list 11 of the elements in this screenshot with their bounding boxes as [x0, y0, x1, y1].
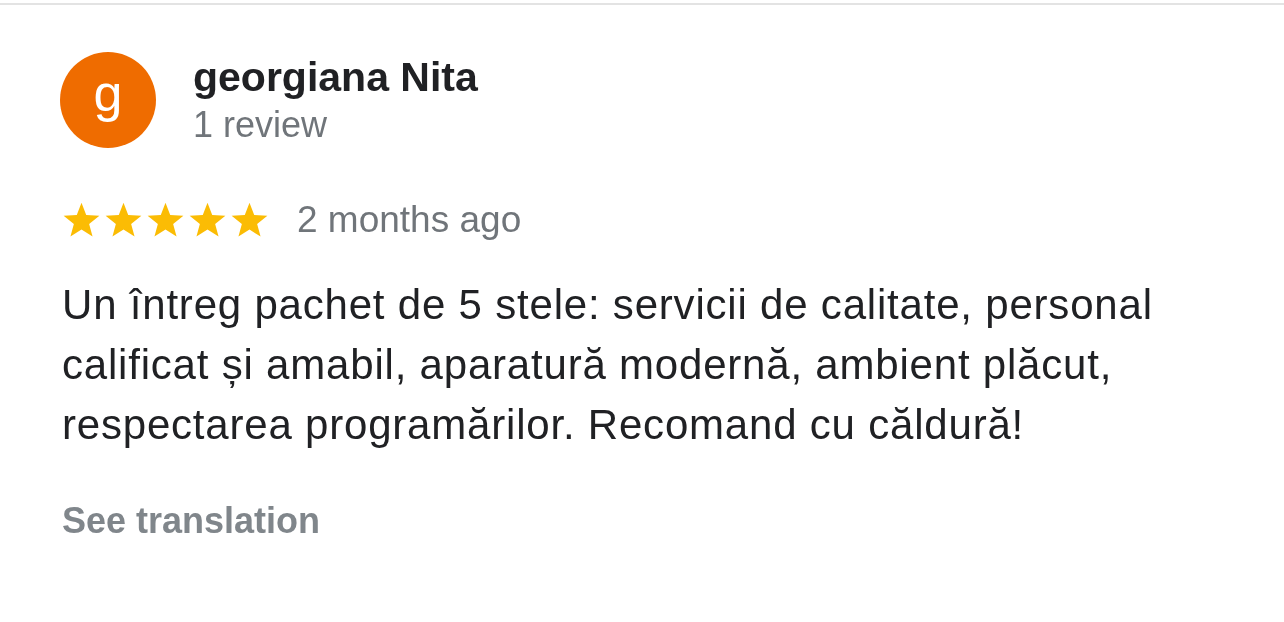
star-icon [230, 201, 269, 239]
star-icon [104, 201, 143, 239]
star-icon [146, 201, 185, 239]
review-text: Un întreg pachet de 5 stele: servicii de calitate, personal calificat și amabil, aparatură modernă, ambient plăcut, respectarea programărilor. Recomand cu căldură! [62, 279, 1154, 450]
avatar[interactable]: g [60, 51, 156, 148]
see-translation-link[interactable]: See translation [62, 499, 321, 542]
reviewer-name[interactable]: georgiana Nita [193, 53, 478, 100]
review-count: 1 review [193, 103, 328, 146]
star-icon [62, 201, 101, 239]
review-date: 2 months ago [297, 199, 522, 241]
star-icon [188, 201, 227, 239]
